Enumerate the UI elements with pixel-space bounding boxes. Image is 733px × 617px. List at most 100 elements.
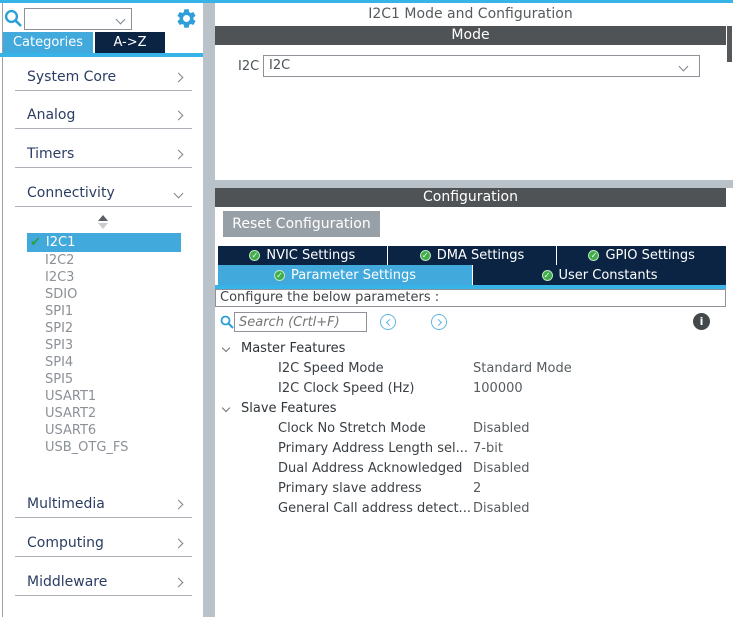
chevron-right-icon — [434, 318, 441, 325]
param-label: I2C Speed Mode — [278, 359, 472, 379]
param-row-primary-slave-address: Primary slave address 2 — [215, 479, 726, 499]
param-label: I2C Clock Speed (Hz) — [278, 379, 472, 399]
sidebar-item-spi5[interactable]: SPI5 — [45, 371, 195, 388]
tab-categories[interactable]: Categories — [3, 32, 93, 53]
param-row-i2c-speed-mode: I2C Speed Mode Standard Mode — [215, 359, 726, 379]
tab-user-constants[interactable]: ✓ User Constants — [473, 265, 726, 285]
check-badge-icon: ✓ — [274, 270, 285, 281]
sidebar-item-timers[interactable]: Timers — [15, 141, 192, 168]
param-label: Dual Address Acknowledged — [278, 459, 472, 479]
ip-search-combobox[interactable] — [24, 8, 132, 30]
param-row-dual-address-acknowledged: Dual Address Acknowledged Disabled — [215, 459, 726, 479]
chevron-down-icon — [222, 344, 230, 352]
info-icon[interactable]: i — [693, 313, 710, 330]
check-badge-icon: ✓ — [420, 250, 431, 261]
sidebar-item-i2c2[interactable]: I2C2 — [45, 252, 195, 269]
next-match-button[interactable] — [431, 314, 447, 330]
param-value[interactable]: Disabled — [473, 499, 713, 519]
tab-label: Parameter Settings — [291, 268, 416, 283]
parameters-hint: Configure the below parameters : — [215, 289, 726, 307]
tab-nvic-settings[interactable]: ✓ NVIC Settings — [218, 246, 387, 265]
chevron-right-icon — [174, 539, 184, 549]
section-splitter[interactable] — [215, 180, 733, 188]
tab-label: DMA Settings — [437, 248, 525, 263]
sidebar-item-spi1[interactable]: SPI1 — [45, 303, 195, 320]
param-value[interactable]: Disabled — [473, 459, 713, 479]
sidebar-item-i2c3[interactable]: I2C3 — [45, 269, 195, 286]
panel-splitter[interactable] — [203, 3, 215, 617]
sidebar-item-spi3[interactable]: SPI3 — [45, 337, 195, 354]
vertical-scrollbar-thumb[interactable] — [727, 26, 732, 62]
sidebar-item-connectivity[interactable]: Connectivity — [15, 180, 192, 207]
tab-parameter-settings[interactable]: ✓ Parameter Settings — [218, 265, 472, 285]
param-label: Primary slave address — [278, 479, 472, 499]
sidebar-item-multimedia[interactable]: Multimedia — [15, 491, 192, 518]
tab-gpio-settings[interactable]: ✓ GPIO Settings — [557, 246, 726, 265]
sidebar-item-middleware[interactable]: Middleware — [15, 569, 192, 596]
chevron-right-icon — [174, 150, 184, 160]
sidebar-item-usart2[interactable]: USART2 — [45, 405, 195, 422]
section-label: Computing — [27, 535, 104, 551]
chevron-right-icon — [174, 73, 184, 83]
tab-label: User Constants — [559, 268, 658, 283]
check-badge-icon: ✓ — [588, 250, 599, 261]
i2c-mode-select[interactable]: I2C — [263, 55, 700, 77]
configuration-section-bar: Configuration — [215, 188, 726, 207]
config-tabs-row-2: ✓ Parameter Settings ✓ User Constants — [218, 265, 726, 285]
param-value[interactable]: 2 — [473, 479, 713, 499]
sidebar-item-spi2[interactable]: SPI2 — [45, 320, 195, 337]
gear-icon[interactable] — [175, 7, 198, 30]
previous-match-button[interactable] — [380, 314, 396, 330]
search-input[interactable] — [234, 312, 367, 332]
param-value[interactable]: 7-bit — [473, 439, 713, 459]
param-value[interactable]: Standard Mode — [473, 359, 713, 379]
group-master-features[interactable]: Master Features — [215, 339, 726, 359]
param-value[interactable]: 100000 — [473, 379, 713, 399]
tab-dma-settings[interactable]: ✓ DMA Settings — [388, 246, 557, 265]
sidebar-left-border — [2, 3, 3, 617]
stm32cubemx-pinout-config-panel: Categories A->Z System Core Analog Timer… — [0, 0, 733, 617]
chevron-right-icon — [174, 111, 184, 121]
sidebar-item-usb-otg-fs[interactable]: USB_OTG_FS — [45, 439, 195, 456]
sidebar-item-system-core[interactable]: System Core — [15, 64, 192, 91]
section-label: Multimedia — [27, 496, 105, 512]
chevron-left-icon — [385, 318, 392, 325]
sidebar-item-spi4[interactable]: SPI4 — [45, 354, 195, 371]
param-row-clock-no-stretch: Clock No Stretch Mode Disabled — [215, 419, 726, 439]
search-icon — [220, 315, 234, 329]
mode-section-bar: Mode — [215, 26, 726, 45]
param-value[interactable]: Disabled — [473, 419, 713, 439]
sidebar-item-usart1[interactable]: USART1 — [45, 388, 195, 405]
sidebar-item-sdio[interactable]: SDIO — [45, 286, 195, 303]
param-row-i2c-clock-speed: I2C Clock Speed (Hz) 100000 — [215, 379, 726, 399]
chevron-right-icon — [174, 578, 184, 588]
sidebar-item-analog[interactable]: Analog — [15, 102, 192, 129]
sidebar-item-usart6[interactable]: USART6 — [45, 422, 195, 439]
i2c-field-label: I2C — [238, 57, 259, 77]
section-label: Analog — [27, 107, 75, 123]
tab-label: GPIO Settings — [605, 248, 694, 263]
list-scroll-spinner[interactable] — [97, 215, 109, 229]
search-icon — [4, 9, 23, 28]
sidebar-item-computing[interactable]: Computing — [15, 530, 192, 557]
check-badge-icon: ✓ — [249, 250, 260, 261]
section-label: Middleware — [27, 574, 107, 590]
config-tabs-row-1: ✓ NVIC Settings ✓ DMA Settings ✓ GPIO Se… — [218, 246, 726, 265]
section-label: Connectivity — [27, 185, 115, 201]
param-label: Primary Address Length sel... — [278, 439, 472, 459]
chevron-down-icon — [116, 15, 126, 25]
check-icon: ✔ — [30, 236, 41, 249]
param-row-primary-address-length: Primary Address Length sel... 7-bit — [215, 439, 726, 459]
chevron-down-icon — [222, 404, 230, 412]
sidebar-tab-underline — [0, 53, 203, 57]
i2c-mode-value: I2C — [269, 58, 290, 73]
section-label: Timers — [27, 146, 74, 162]
tab-label: NVIC Settings — [266, 248, 355, 263]
tab-a-to-z[interactable]: A->Z — [95, 32, 165, 53]
group-label: Master Features — [241, 339, 345, 359]
check-badge-icon: ✓ — [542, 270, 553, 281]
group-slave-features[interactable]: Slave Features — [215, 399, 726, 419]
parameter-search-row: i — [215, 312, 726, 334]
reset-configuration-button[interactable]: Reset Configuration — [223, 211, 380, 237]
sidebar-item-i2c1-selected[interactable]: ✔ I2C1 — [27, 233, 181, 252]
